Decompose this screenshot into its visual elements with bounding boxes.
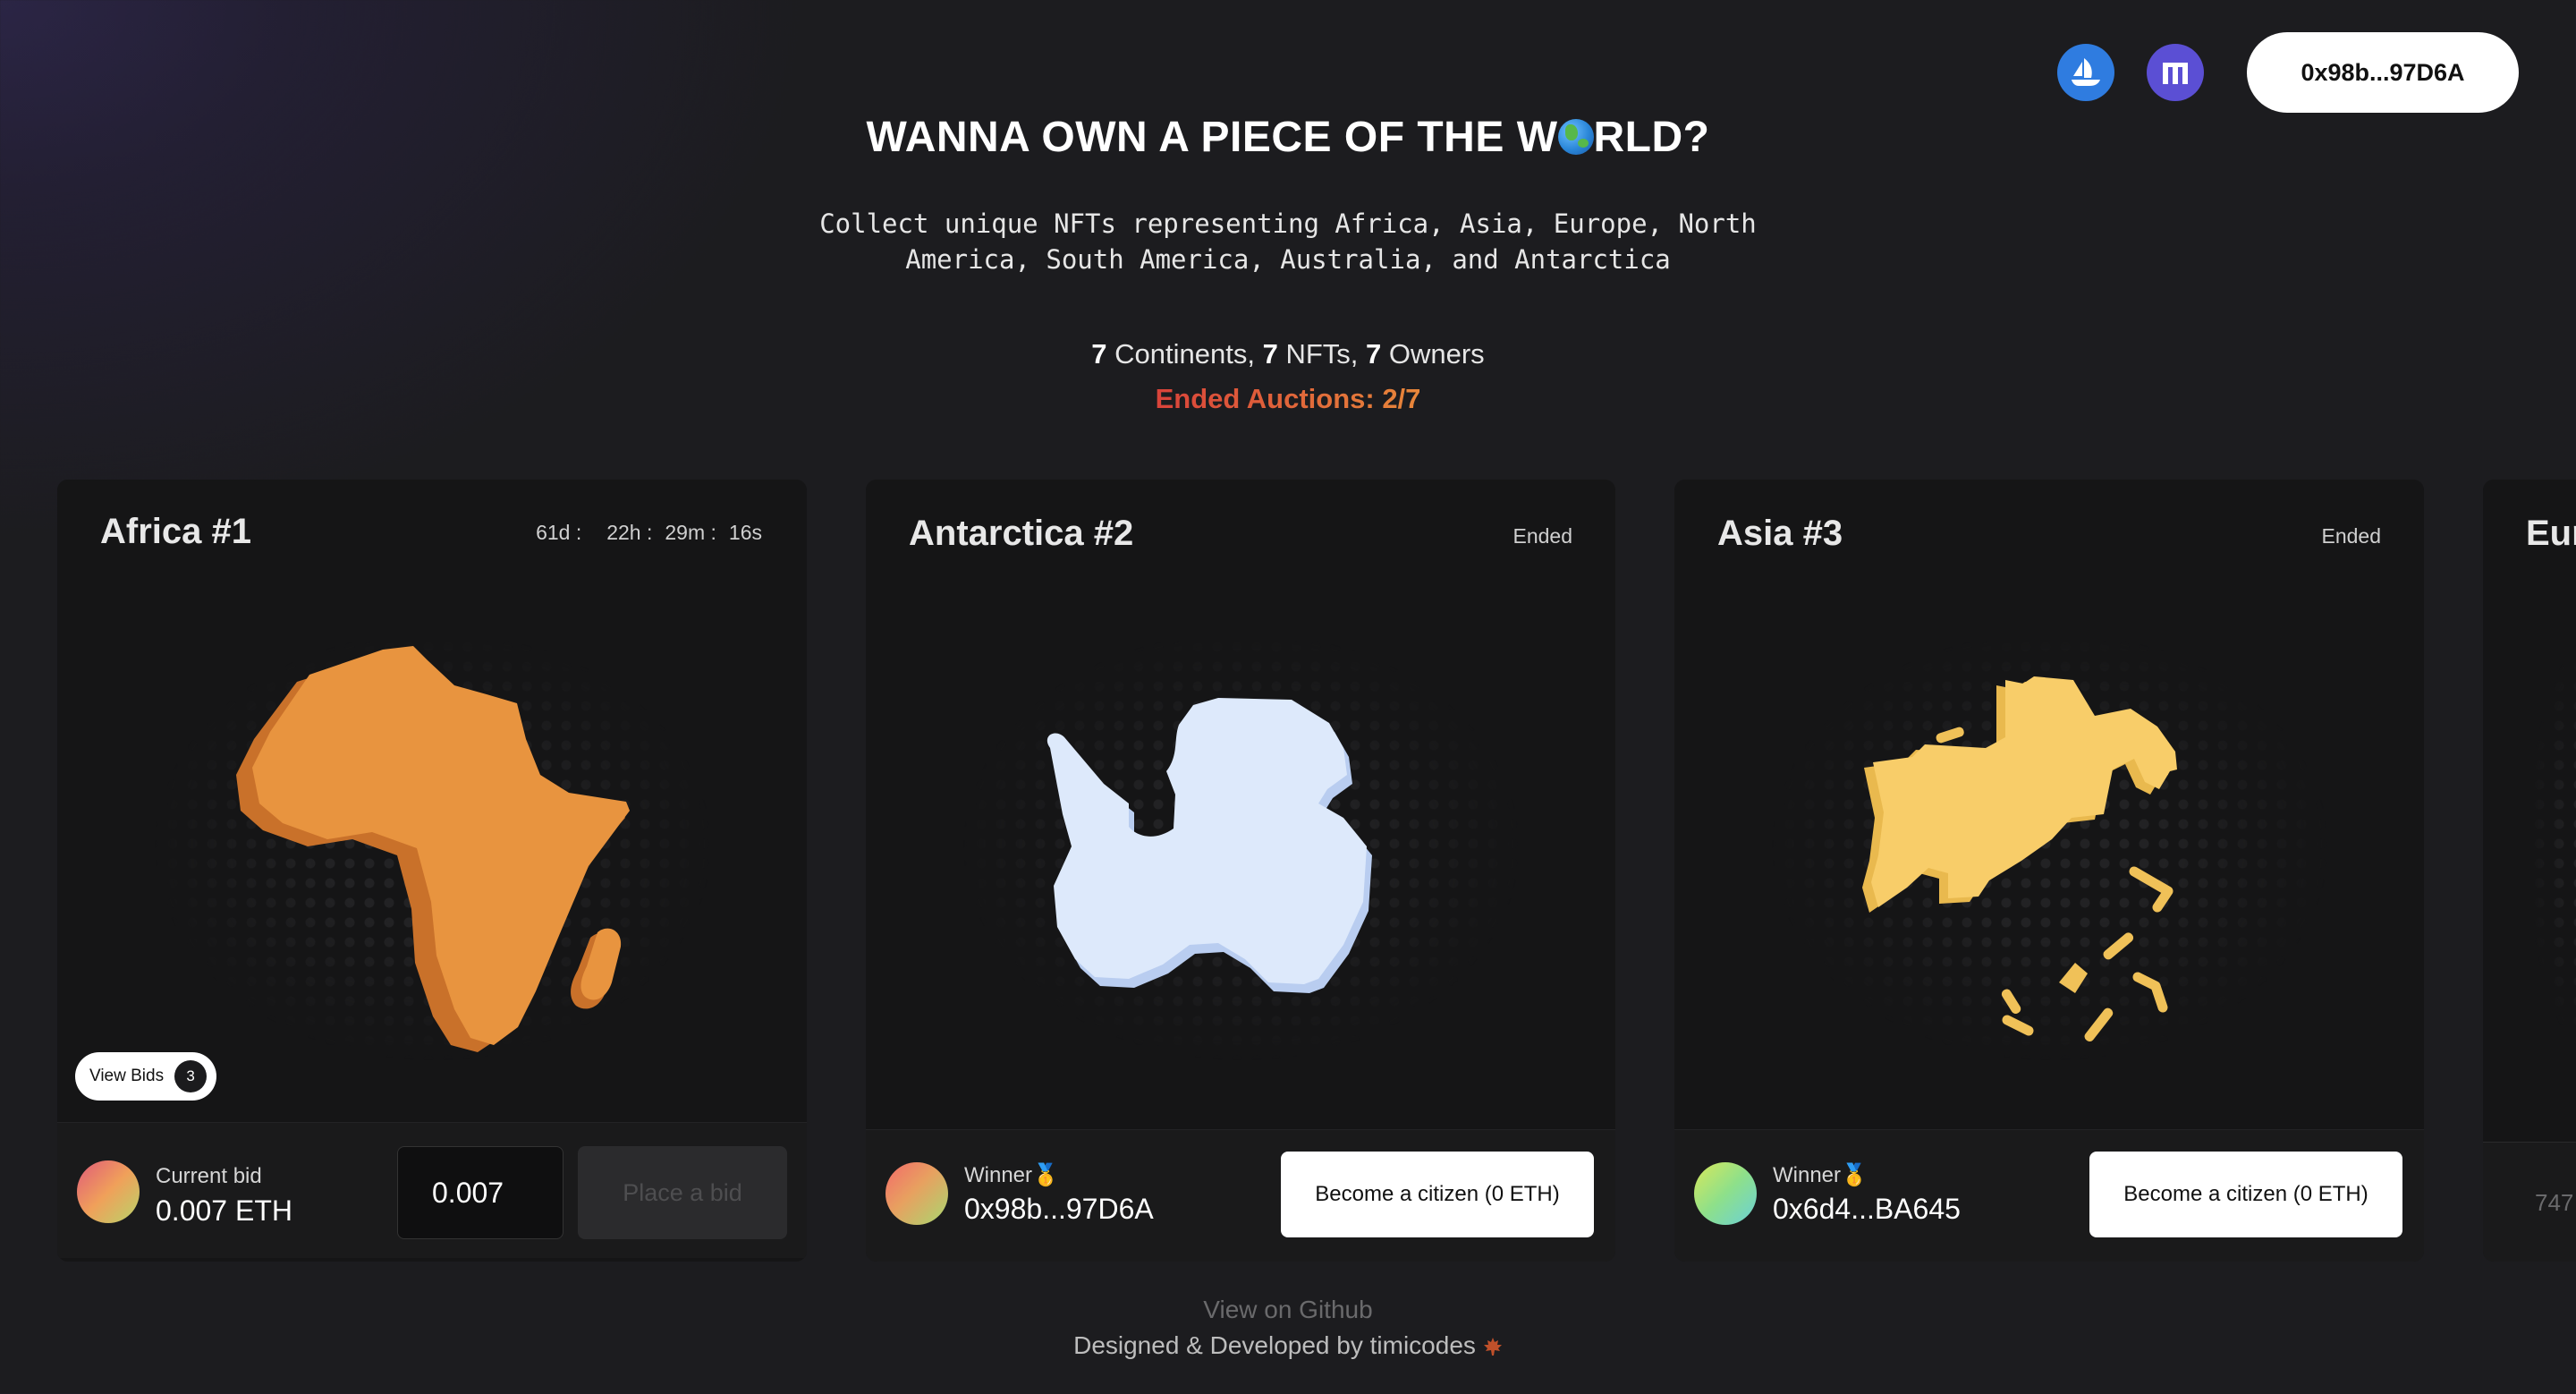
card-artwork: Eur — [2483, 480, 2576, 1142]
asia-map-icon — [1862, 676, 2177, 1042]
avatar — [77, 1160, 140, 1223]
timer-seconds: 16s — [728, 521, 762, 544]
avatar — [886, 1162, 948, 1225]
card-footer: Winner🥇 0x98b...97D6A Become a citizen (… — [866, 1129, 1615, 1262]
view-bids-label: View Bids — [89, 1067, 165, 1085]
title-part-2: RLD? — [1593, 114, 1710, 161]
auction-status: Ended — [2321, 524, 2381, 548]
avatar — [1694, 1162, 1757, 1225]
credit-text: Designed & Developed by timicodes — [1073, 1331, 1476, 1359]
continents-count: 7 — [1091, 338, 1107, 370]
card-artwork: Antarctica #2 Ended — [866, 480, 1615, 1129]
nfts-count: 7 — [1262, 338, 1278, 370]
africa-map-icon — [236, 646, 630, 1052]
credit-line: Designed & Developed by timicodes — [0, 1331, 2576, 1360]
continents-label: Continents, — [1106, 338, 1263, 370]
ended-auctions: Ended Auctions: 2/7 — [1155, 383, 1421, 414]
timer-days: 61d : — [536, 521, 582, 544]
card-artwork: Asia #3 Ended — [1674, 480, 2424, 1129]
nft-card-africa: Africa #1 61d : 22h : 29m : 16s View Bid… — [57, 480, 807, 1262]
owners-count: 7 — [1366, 338, 1382, 370]
card-footer: Current bid 0.007 ETH Place a bid — [57, 1122, 807, 1258]
auction-status: Ended — [1513, 524, 1572, 548]
nft-card-antarctica: Antarctica #2 Ended Winner🥇 0x98b...97D6… — [866, 480, 1615, 1262]
top-bar: 0x98b...97D6A — [2057, 32, 2519, 113]
become-citizen-button[interactable]: Become a citizen (0 ETH) — [2089, 1152, 2402, 1237]
view-bids-button[interactable]: View Bids 3 — [75, 1052, 216, 1101]
nft-card-asia: Asia #3 Ended Winner🥇 0x6d4...BA645 Beco… — [1674, 480, 2424, 1262]
ended-auctions-row: Ended Auctions: 2/7 — [0, 383, 2576, 415]
winner-address: 0x98b...97D6A — [964, 1193, 1154, 1225]
owners-label: Owners — [1381, 338, 1485, 370]
card-title: Antarctica #2 — [909, 514, 1134, 553]
bid-amount-input[interactable] — [397, 1146, 564, 1239]
card-title: Africa #1 — [100, 512, 251, 551]
auction-timer: 61d : 22h : 29m : 16s — [536, 521, 762, 545]
card-footer: Winner🥇 0x6d4...BA645 Become a citizen (… — [1674, 1129, 2424, 1262]
timer-minutes: 29m : — [665, 521, 716, 544]
current-bid-value: 0.007 ETH — [156, 1194, 292, 1227]
page-subtitle: Collect unique NFTs representing Africa,… — [819, 208, 1757, 275]
maple-leaf-icon — [1483, 1338, 1502, 1356]
winner-label: Winner🥇 — [1773, 1163, 1868, 1187]
current-bid-label: Current bid — [156, 1164, 262, 1188]
antarctica-map-icon — [1046, 698, 1372, 993]
page-title: WANNA OWN A PIECE OF THE W RLD? — [0, 113, 2576, 162]
footer-value: 747 — [2535, 1189, 2574, 1216]
card-title: Eur — [2526, 514, 2576, 553]
card-artwork: Africa #1 61d : 22h : 29m : 16s View Bid… — [57, 480, 807, 1126]
winner-label: Winner🥇 — [964, 1163, 1059, 1187]
bid-count-badge: 3 — [174, 1060, 208, 1092]
card-footer: 747 — [2483, 1142, 2576, 1262]
globe-icon — [1557, 119, 1594, 155]
winner-address: 0x6d4...BA645 — [1773, 1193, 1961, 1225]
nft-card-europe: Eur 747 — [2483, 480, 2576, 1262]
stats-summary: 7 Continents, 7 NFTs, 7 Owners — [0, 338, 2576, 370]
dot-map-background — [2510, 578, 2576, 1115]
timer-hours: 22h : — [606, 521, 653, 544]
rarible-icon[interactable] — [2147, 44, 2204, 101]
nfts-label: NFTs, — [1277, 338, 1367, 370]
wallet-address-button[interactable]: 0x98b...97D6A — [2247, 32, 2519, 113]
title-part-1: WANNA OWN A PIECE OF THE W — [866, 114, 1558, 161]
become-citizen-button[interactable]: Become a citizen (0 ETH) — [1281, 1152, 1594, 1237]
card-title: Asia #3 — [1717, 514, 1843, 553]
place-bid-button[interactable]: Place a bid — [578, 1146, 787, 1239]
github-link[interactable]: View on Github — [0, 1296, 2576, 1324]
opensea-icon[interactable] — [2057, 44, 2114, 101]
